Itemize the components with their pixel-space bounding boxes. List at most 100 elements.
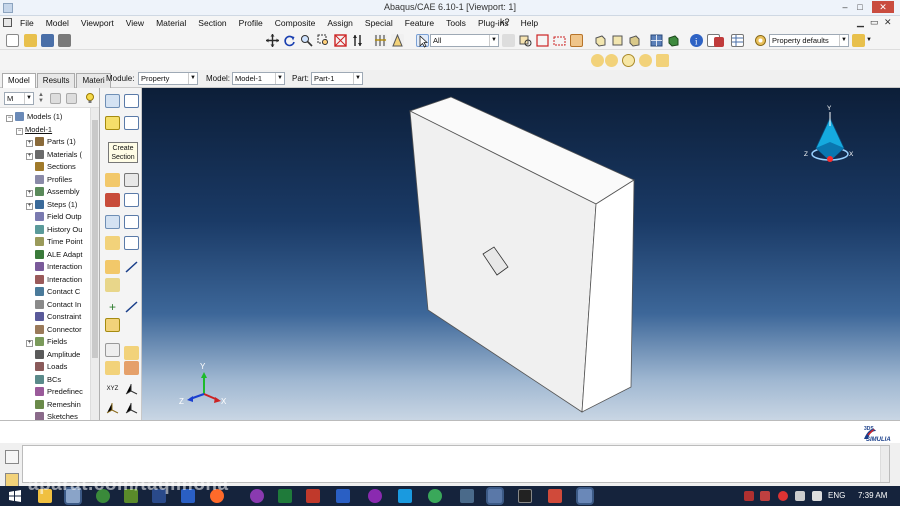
csys-3-icon[interactable] <box>105 401 120 415</box>
tab-results[interactable]: Results <box>36 73 76 88</box>
close-button[interactable]: ✕ <box>872 1 894 13</box>
back-view-icon[interactable] <box>628 34 641 47</box>
menu-feature[interactable]: Feature <box>405 18 434 28</box>
abaqus-cae-icon[interactable] <box>488 489 502 503</box>
menu-file[interactable]: File <box>20 18 34 28</box>
iso-view-icon[interactable] <box>594 34 607 47</box>
selection-filter-select[interactable]: All ▼ <box>430 34 499 47</box>
expand-node-icon[interactable]: + <box>26 340 33 347</box>
mesh-controls-icon[interactable] <box>656 54 669 67</box>
volume-icon[interactable] <box>812 491 822 501</box>
profile-manager-icon[interactable] <box>124 215 139 229</box>
mdi-restore-icon[interactable]: ▭ <box>870 17 879 28</box>
menu-tools[interactable]: Tools <box>446 18 466 28</box>
abaqus-viewer-icon[interactable] <box>578 489 592 503</box>
assign-beam-orientation-icon[interactable] <box>105 236 120 250</box>
mdi-close-icon[interactable]: ✕ <box>884 17 892 28</box>
open-file-icon[interactable] <box>24 34 37 47</box>
app-icon-gray[interactable] <box>460 489 474 503</box>
clock[interactable]: 7:39 AM <box>858 491 887 500</box>
seed-edge-icon[interactable] <box>605 54 618 67</box>
view-compass[interactable]: Y X Z <box>804 105 854 162</box>
start-icon[interactable] <box>8 489 22 503</box>
collapse-node-icon[interactable]: − <box>16 127 23 135</box>
create-stringer-icon[interactable] <box>124 260 139 274</box>
tray-icon-3[interactable] <box>778 491 788 501</box>
tree-vertical-scrollbar[interactable] <box>90 108 99 426</box>
python-console-toggle-icon[interactable] <box>5 473 19 487</box>
box-zoom-icon[interactable] <box>317 34 330 47</box>
tree-filter-select[interactable]: M ▼ <box>4 92 34 105</box>
scrollbar-thumb[interactable] <box>92 120 98 358</box>
tray-icon-1[interactable] <box>744 491 754 501</box>
expand-node-icon[interactable]: + <box>26 152 33 160</box>
minimize-button[interactable]: – <box>838 1 852 13</box>
assign-section-icon[interactable] <box>105 173 120 187</box>
media-player-icon[interactable] <box>250 489 264 503</box>
render-style-select[interactable]: Property defaults ▼ <box>769 34 849 47</box>
app-icon-teal[interactable] <box>428 489 442 503</box>
table-icon[interactable] <box>731 34 744 47</box>
tab-model[interactable]: Model <box>2 73 36 88</box>
message-area-scrollbar[interactable] <box>880 446 889 482</box>
menu-view[interactable]: View <box>126 18 144 28</box>
box-select-icon[interactable] <box>536 34 549 47</box>
mesh-part-icon[interactable] <box>622 54 635 67</box>
zoom-icon[interactable] <box>300 34 313 47</box>
datum-icon[interactable] <box>391 33 404 47</box>
menu-composite[interactable]: Composite <box>275 18 316 28</box>
align-icon[interactable] <box>374 34 387 47</box>
create-profile-icon[interactable] <box>105 215 120 229</box>
create-skin-icon[interactable] <box>105 260 120 274</box>
menu-assign[interactable]: Assign <box>327 18 353 28</box>
language-indicator[interactable]: ENG <box>828 491 845 500</box>
network-icon[interactable] <box>795 491 805 501</box>
selection-options-icon[interactable] <box>502 34 515 47</box>
material-manager-icon[interactable] <box>124 94 139 108</box>
menu-viewport[interactable]: Viewport <box>81 18 114 28</box>
datum-point-icon[interactable]: + <box>105 300 120 314</box>
menu-help[interactable]: Help <box>521 18 538 28</box>
orientation-manager-icon[interactable] <box>124 193 139 207</box>
video-app-icon[interactable] <box>368 489 382 503</box>
command-prompt-icon[interactable] <box>518 489 532 503</box>
message-area-toggle-icon[interactable] <box>5 450 19 464</box>
expand-node-icon[interactable]: + <box>26 190 33 197</box>
special-tool-icon[interactable] <box>105 278 120 292</box>
menu-model[interactable]: Model <box>46 18 69 28</box>
render-style-icon[interactable] <box>754 34 767 47</box>
part-select[interactable]: Part-1 ▼ <box>311 72 363 85</box>
menu-section[interactable]: Section <box>198 18 226 28</box>
tree-scroll-arrows-icon[interactable]: ▲ ▼ <box>37 92 45 104</box>
datum-axis-icon[interactable] <box>124 300 139 314</box>
select-from-list-icon[interactable] <box>519 34 532 47</box>
skype-icon[interactable] <box>398 489 412 503</box>
select-cursor-icon[interactable] <box>416 34 429 48</box>
highlight-select-icon[interactable] <box>570 34 583 47</box>
seed-part-icon[interactable] <box>591 54 604 67</box>
module-select[interactable]: Property ▼ <box>138 72 198 85</box>
mesh-region-icon[interactable] <box>639 54 652 67</box>
menu-profile[interactable]: Profile <box>239 18 263 28</box>
partition-face-icon[interactable] <box>124 346 139 360</box>
front-view-icon[interactable] <box>611 34 624 47</box>
bulb-icon[interactable] <box>84 92 96 104</box>
datum-csys-icon[interactable]: XYZ <box>105 382 120 396</box>
menu-special[interactable]: Special <box>365 18 393 28</box>
expand-node-icon[interactable]: + <box>26 140 33 147</box>
collapse-node-icon[interactable]: − <box>6 115 13 122</box>
save-icon[interactable] <box>41 34 54 47</box>
pan-icon[interactable] <box>266 34 279 47</box>
assign-orientation-icon[interactable] <box>105 193 120 207</box>
system-menu-icon[interactable] <box>3 18 12 27</box>
chevron-down-icon[interactable]: ▼ <box>866 34 874 47</box>
partition-extend-icon[interactable] <box>124 361 139 375</box>
auto-fit-icon[interactable] <box>334 34 347 47</box>
new-file-icon[interactable] <box>6 34 19 47</box>
tree-item[interactable]: − Models (1) <box>6 112 96 124</box>
viewport[interactable]: Y X Z Y X Z <box>142 88 900 420</box>
section-assignment-manager-icon[interactable] <box>124 173 139 187</box>
rotate-icon[interactable] <box>283 34 296 47</box>
model-select[interactable]: Model-1 ▼ <box>232 72 285 85</box>
collapse-icon[interactable] <box>50 93 61 104</box>
